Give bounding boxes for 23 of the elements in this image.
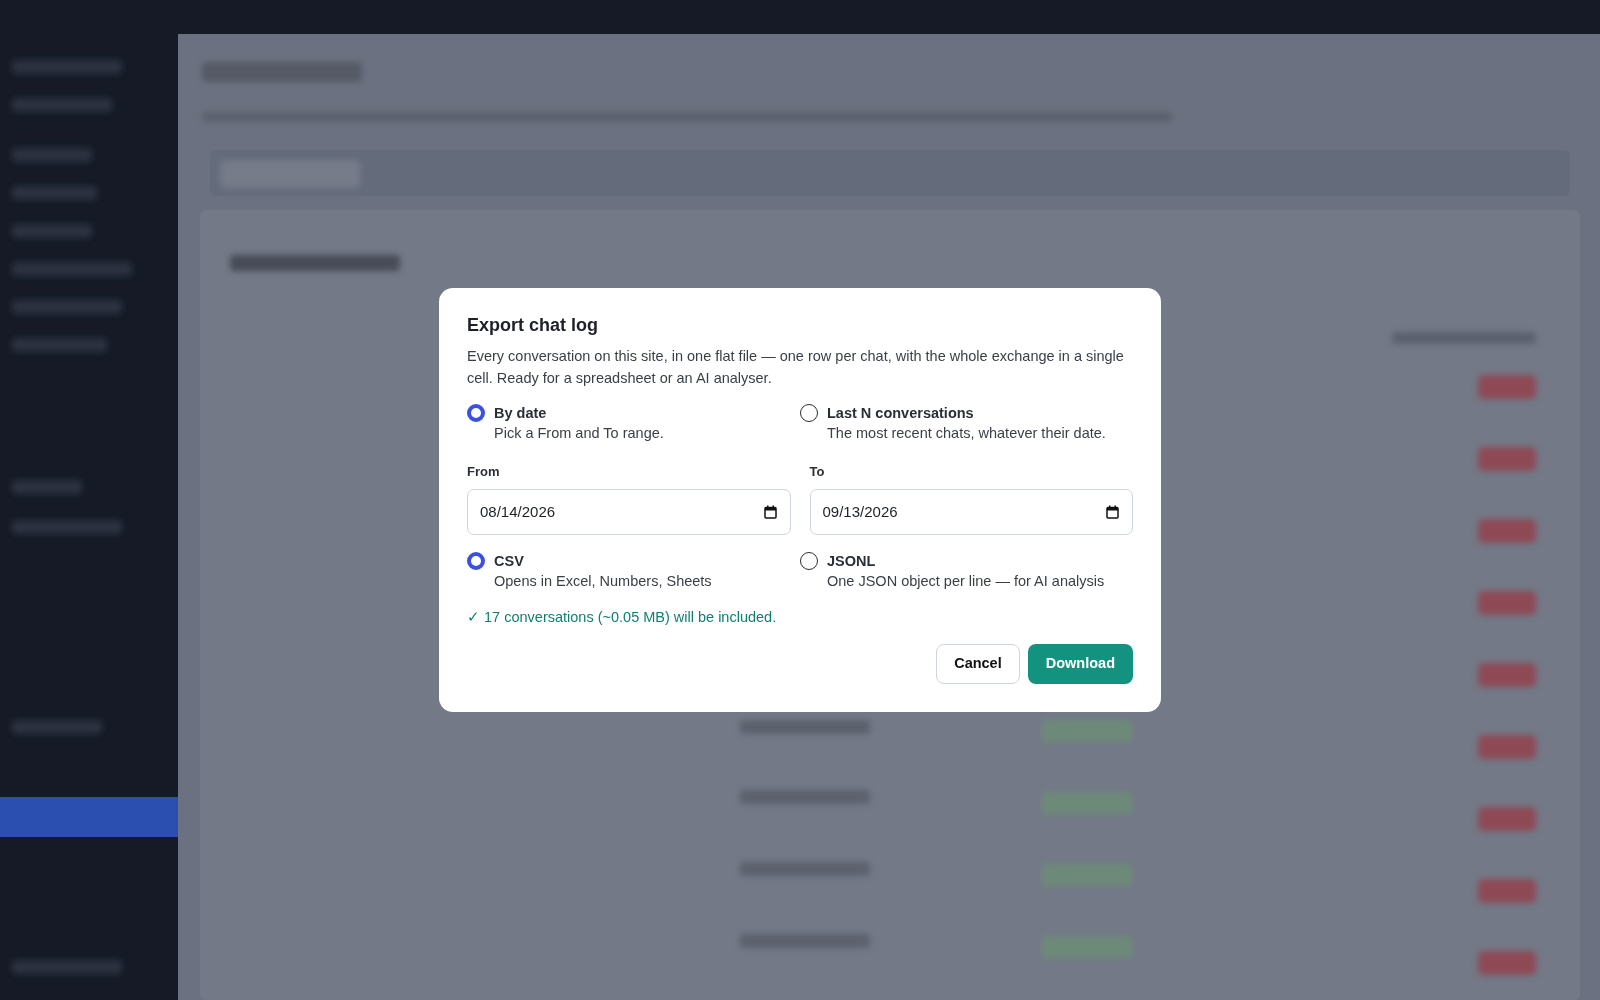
date-field[interactable]: 08/14/2026 — [467, 488, 791, 535]
field-label: To — [809, 463, 825, 481]
radio-button[interactable] — [800, 551, 818, 570]
option-label[interactable]: JSONL — [827, 550, 1105, 571]
radio-button[interactable] — [467, 551, 485, 570]
calendar-icon[interactable] — [763, 504, 777, 519]
dialog-title: Export chat log — [467, 314, 599, 337]
option-label[interactable]: By date — [494, 403, 664, 423]
option-hint: Pick a From and To range. — [494, 424, 664, 443]
option-label[interactable]: Last N conversations — [827, 403, 1106, 423]
option-hint: The most recent chats, whatever their date. — [827, 424, 1106, 443]
cancel-button[interactable]: Cancel — [936, 644, 1020, 684]
field-label: From — [467, 463, 500, 481]
date-field[interactable]: 09/13/2026 — [809, 488, 1133, 535]
dialog-description: Every conversation on this site, in one flat file — one row per chat, with the whole exchange in a single cell. Ready for a spreadsheet or an AI analyser. — [467, 347, 1125, 388]
download-button[interactable]: Download — [1027, 644, 1133, 684]
radio-button[interactable] — [467, 404, 485, 422]
radio-button[interactable] — [800, 404, 818, 422]
option-hint: Opens in Excel, Numbers, Sheets — [494, 571, 712, 591]
summary-text: ✓ 17 conversations (~0.05 MB) will be included. — [467, 607, 778, 627]
calendar-icon[interactable] — [1106, 504, 1119, 519]
option-label[interactable]: CSV — [494, 550, 712, 571]
option-hint: One JSON object per line — for AI analysis — [827, 571, 1105, 591]
